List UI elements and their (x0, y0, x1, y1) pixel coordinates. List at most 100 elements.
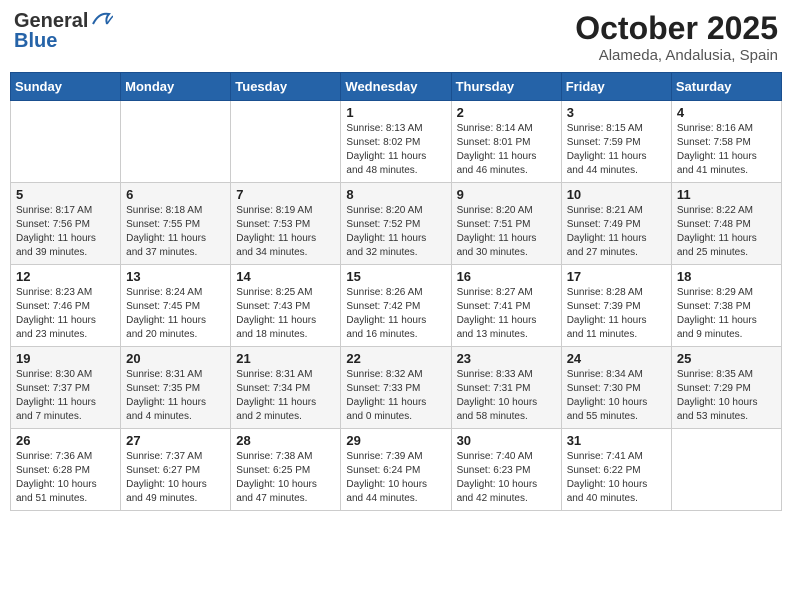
calendar-cell: 27 Sunrise: 7:37 AM Sunset: 6:27 PM Dayli… (121, 429, 231, 511)
calendar-cell: 13Sunrise: 8:24 AM Sunset: 7:45 PM Dayli… (121, 265, 231, 347)
day-info: Sunrise: 8:19 AM Sunset: 7:53 PM Dayligh… (236, 204, 335, 260)
day-number: 11 (677, 187, 776, 202)
calendar-week-row: 12 Sunrise: 8:23 AM Sunset: 7:46 PM Dayli… (11, 265, 782, 347)
day-number: 1 (346, 105, 445, 120)
calendar-cell: 9 Sunrise: 8:20 AM Sunset: 7:51 PM Daylig… (451, 183, 561, 265)
calendar-cell: 4Sunrise: 8:16 AM Sunset: 7:58 PM Daylig… (671, 101, 781, 183)
calendar-cell: 15 Sunrise: 8:26 AM Sunset: 7:42 PM Dayli… (341, 265, 451, 347)
calendar-table: SundayMondayTuesdayWednesdayThursdayFrid… (10, 72, 782, 511)
day-number: 23 (457, 351, 556, 366)
calendar-cell: 23 Sunrise: 8:33 AM Sunset: 7:31 PM Dayli… (451, 347, 561, 429)
day-info: Sunrise: 8:29 AM Sunset: 7:38 PM Dayligh… (677, 286, 776, 342)
calendar-cell: 21 Sunrise: 8:31 AM Sunset: 7:34 PM Dayli… (231, 347, 341, 429)
day-info: Sunrise: 8:35 AM Sunset: 7:29 PM Dayligh… (677, 368, 776, 424)
day-info: Sunrise: 8:34 AM Sunset: 7:30 PM Dayligh… (567, 368, 666, 424)
calendar-cell: 14 Sunrise: 8:25 AM Sunset: 7:43 PM Dayli… (231, 265, 341, 347)
day-number: 20 (126, 351, 225, 366)
calendar-day-header: Monday (121, 73, 231, 101)
day-number: 19 (16, 351, 115, 366)
calendar-cell (231, 101, 341, 183)
day-info: Sunrise: 8:13 AM Sunset: 8:02 PM Dayligh… (346, 122, 445, 178)
day-number: 6 (126, 187, 225, 202)
day-number: 21 (236, 351, 335, 366)
calendar-cell: 24 Sunrise: 8:34 AM Sunset: 7:30 PM Dayli… (561, 347, 671, 429)
day-number: 9 (457, 187, 556, 202)
day-number: 14 (236, 269, 335, 284)
day-info: Sunrise: 7:36 AM Sunset: 6:28 PM Dayligh… (16, 450, 115, 506)
day-number: 29 (346, 433, 445, 448)
logo-general: General (14, 11, 88, 31)
day-number: 31 (567, 433, 666, 448)
month-title: October 2025 (575, 10, 778, 47)
title-area: October 2025 Alameda, Andalusia, Spain (575, 10, 778, 64)
day-info: Sunrise: 8:15 AM Sunset: 7:59 PM Dayligh… (567, 122, 666, 178)
day-info: Sunrise: 7:37 AM Sunset: 6:27 PM Dayligh… (126, 450, 225, 506)
calendar-header-row: SundayMondayTuesdayWednesdayThursdayFrid… (11, 73, 782, 101)
day-info: Sunrise: 7:40 AM Sunset: 6:23 PM Dayligh… (457, 450, 556, 506)
day-info: Sunrise: 8:23 AM Sunset: 7:46 PM Dayligh… (16, 286, 115, 342)
calendar-cell: 29Sunrise: 7:39 AM Sunset: 6:24 PM Dayli… (341, 429, 451, 511)
day-number: 3 (567, 105, 666, 120)
calendar-cell (671, 429, 781, 511)
calendar-cell: 1 Sunrise: 8:13 AM Sunset: 8:02 PM Daylig… (341, 101, 451, 183)
calendar-cell: 19 Sunrise: 8:30 AM Sunset: 7:37 PM Dayli… (11, 347, 121, 429)
day-info: Sunrise: 8:33 AM Sunset: 7:31 PM Dayligh… (457, 368, 556, 424)
day-info: Sunrise: 8:21 AM Sunset: 7:49 PM Dayligh… (567, 204, 666, 260)
calendar-day-header: Friday (561, 73, 671, 101)
calendar-cell: 31 Sunrise: 7:41 AM Sunset: 6:22 PM Dayli… (561, 429, 671, 511)
day-info: Sunrise: 8:17 AM Sunset: 7:56 PM Dayligh… (16, 204, 115, 260)
calendar-day-header: Tuesday (231, 73, 341, 101)
day-number: 10 (567, 187, 666, 202)
day-info: Sunrise: 8:31 AM Sunset: 7:35 PM Dayligh… (126, 368, 225, 424)
calendar-cell: 3 Sunrise: 8:15 AM Sunset: 7:59 PM Daylig… (561, 101, 671, 183)
day-info: Sunrise: 8:25 AM Sunset: 7:43 PM Dayligh… (236, 286, 335, 342)
day-number: 15 (346, 269, 445, 284)
calendar-cell: 11 Sunrise: 8:22 AM Sunset: 7:48 PM Dayli… (671, 183, 781, 265)
day-number: 7 (236, 187, 335, 202)
calendar-cell: 26 Sunrise: 7:36 AM Sunset: 6:28 PM Dayli… (11, 429, 121, 511)
day-number: 17 (567, 269, 666, 284)
calendar-week-row: 26 Sunrise: 7:36 AM Sunset: 6:28 PM Dayli… (11, 429, 782, 511)
day-info: Sunrise: 8:20 AM Sunset: 7:52 PM Dayligh… (346, 204, 445, 260)
calendar-cell: 30 Sunrise: 7:40 AM Sunset: 6:23 PM Dayli… (451, 429, 561, 511)
day-number: 30 (457, 433, 556, 448)
calendar-cell: 16Sunrise: 8:27 AM Sunset: 7:41 PM Dayli… (451, 265, 561, 347)
day-info: Sunrise: 8:14 AM Sunset: 8:01 PM Dayligh… (457, 122, 556, 178)
calendar-cell: 2 Sunrise: 8:14 AM Sunset: 8:01 PM Daylig… (451, 101, 561, 183)
calendar-day-header: Wednesday (341, 73, 451, 101)
calendar-cell: 5 Sunrise: 8:17 AM Sunset: 7:56 PM Daylig… (11, 183, 121, 265)
calendar-cell: 22 Sunrise: 8:32 AM Sunset: 7:33 PM Dayli… (341, 347, 451, 429)
day-number: 18 (677, 269, 776, 284)
day-number: 13 (126, 269, 225, 284)
day-info: Sunrise: 8:32 AM Sunset: 7:33 PM Dayligh… (346, 368, 445, 424)
calendar-week-row: 19 Sunrise: 8:30 AM Sunset: 7:37 PM Dayli… (11, 347, 782, 429)
day-number: 22 (346, 351, 445, 366)
day-info: Sunrise: 7:38 AM Sunset: 6:25 PM Dayligh… (236, 450, 335, 506)
day-info: Sunrise: 8:22 AM Sunset: 7:48 PM Dayligh… (677, 204, 776, 260)
day-number: 5 (16, 187, 115, 202)
day-number: 2 (457, 105, 556, 120)
day-number: 24 (567, 351, 666, 366)
calendar-cell: 18 Sunrise: 8:29 AM Sunset: 7:38 PM Dayli… (671, 265, 781, 347)
day-number: 27 (126, 433, 225, 448)
calendar-cell: 20 Sunrise: 8:31 AM Sunset: 7:35 PM Dayli… (121, 347, 231, 429)
day-number: 26 (16, 433, 115, 448)
day-info: Sunrise: 7:41 AM Sunset: 6:22 PM Dayligh… (567, 450, 666, 506)
calendar-week-row: 1 Sunrise: 8:13 AM Sunset: 8:02 PM Daylig… (11, 101, 782, 183)
day-info: Sunrise: 8:30 AM Sunset: 7:37 PM Dayligh… (16, 368, 115, 424)
day-number: 12 (16, 269, 115, 284)
logo-blue: Blue (14, 30, 57, 52)
calendar-week-row: 5 Sunrise: 8:17 AM Sunset: 7:56 PM Daylig… (11, 183, 782, 265)
calendar-cell: 28Sunrise: 7:38 AM Sunset: 6:25 PM Dayli… (231, 429, 341, 511)
calendar-cell: 7 Sunrise: 8:19 AM Sunset: 7:53 PM Daylig… (231, 183, 341, 265)
day-number: 4 (677, 105, 776, 120)
calendar-day-header: Thursday (451, 73, 561, 101)
day-info: Sunrise: 8:28 AM Sunset: 7:39 PM Dayligh… (567, 286, 666, 342)
day-info: Sunrise: 8:18 AM Sunset: 7:55 PM Dayligh… (126, 204, 225, 260)
day-number: 25 (677, 351, 776, 366)
day-info: Sunrise: 8:20 AM Sunset: 7:51 PM Dayligh… (457, 204, 556, 260)
calendar-day-header: Sunday (11, 73, 121, 101)
day-info: Sunrise: 8:31 AM Sunset: 7:34 PM Dayligh… (236, 368, 335, 424)
day-number: 16 (457, 269, 556, 284)
day-info: Sunrise: 8:26 AM Sunset: 7:42 PM Dayligh… (346, 286, 445, 342)
